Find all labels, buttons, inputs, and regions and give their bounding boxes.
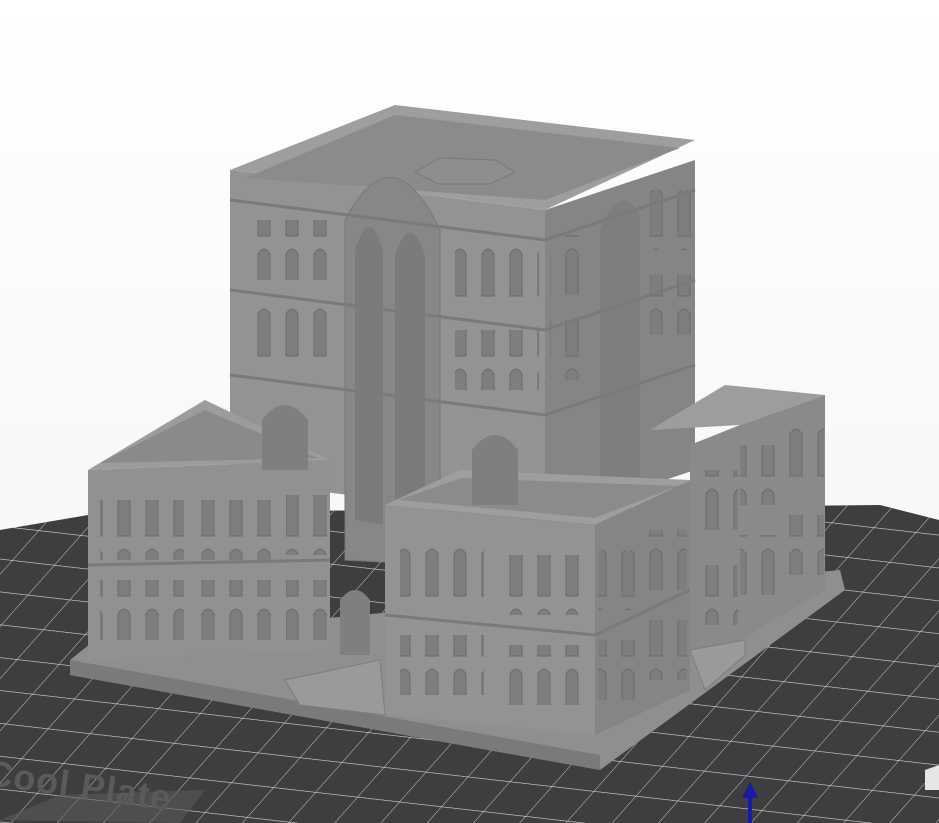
3d-viewport[interactable]: Cool Plate <box>0 0 939 823</box>
scene-canvas[interactable] <box>0 0 939 823</box>
building-model[interactable] <box>70 105 845 770</box>
